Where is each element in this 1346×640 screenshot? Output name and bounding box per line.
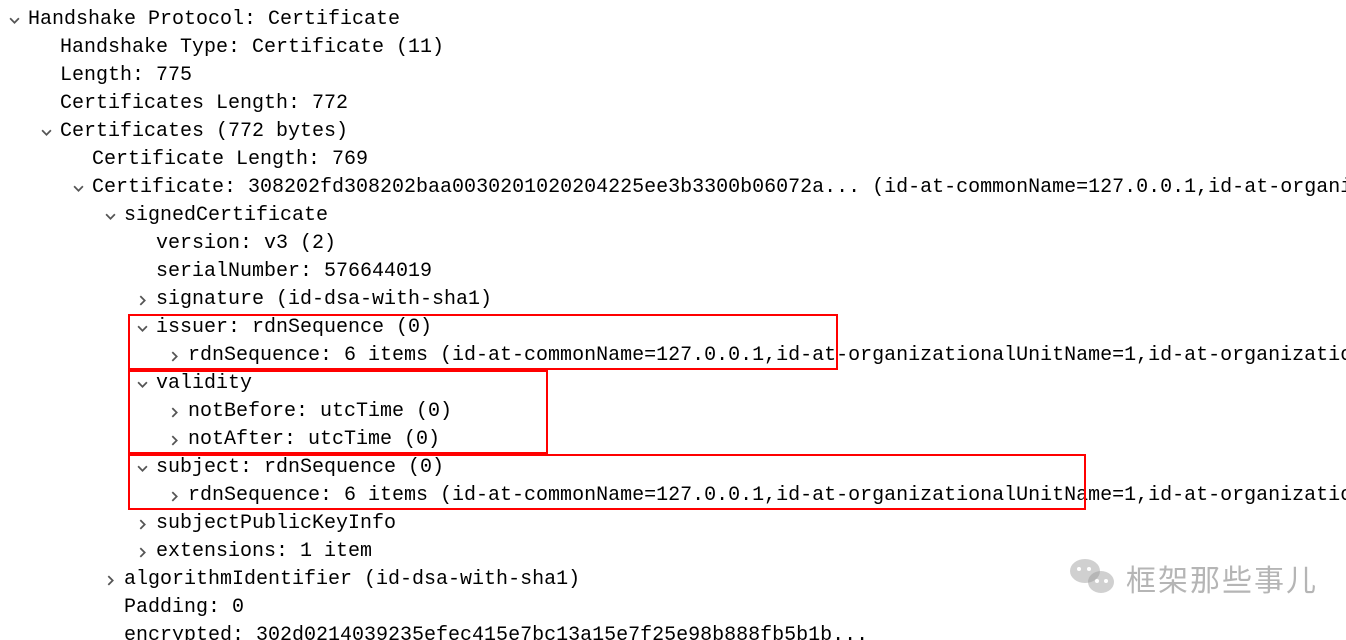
tree-row[interactable]: Length: 775 [0, 62, 1346, 90]
tree-label: signedCertificate [124, 202, 328, 230]
tree-row[interactable]: Handshake Protocol: Certificate [0, 6, 1346, 34]
tree-row[interactable]: notBefore: utcTime (0) [0, 398, 1346, 426]
tree-row[interactable]: Handshake Type: Certificate (11) [0, 34, 1346, 62]
tree-row[interactable]: Certificates (772 bytes) [0, 118, 1346, 146]
tree-row[interactable]: signedCertificate [0, 202, 1346, 230]
tree-label: notBefore: utcTime (0) [188, 398, 452, 426]
tree-label: issuer: rdnSequence (0) [156, 314, 432, 342]
chevron-right-icon[interactable] [134, 292, 150, 308]
tree-row[interactable]: Padding: 0 [0, 594, 1346, 622]
chevron-right-icon[interactable] [166, 348, 182, 364]
tree-label: validity [156, 370, 252, 398]
tree-label: serialNumber: 576644019 [156, 258, 432, 286]
tree-row[interactable]: rdnSequence: 6 items (id-at-commonName=1… [0, 342, 1346, 370]
tree-row[interactable]: Certificates Length: 772 [0, 90, 1346, 118]
tree-row[interactable]: algorithmIdentifier (id-dsa-with-sha1) [0, 566, 1346, 594]
tree-label: Certificate Length: 769 [92, 146, 368, 174]
tree-row[interactable]: subject: rdnSequence (0) [0, 454, 1346, 482]
chevron-down-icon[interactable] [70, 180, 86, 196]
tree-label: rdnSequence: 6 items (id-at-commonName=1… [188, 482, 1346, 510]
tree-row[interactable]: Certificate: 308202fd308202baa0030201020… [0, 174, 1346, 202]
tree-row[interactable]: extensions: 1 item [0, 538, 1346, 566]
chevron-right-icon[interactable] [166, 404, 182, 420]
tree-row[interactable]: rdnSequence: 6 items (id-at-commonName=1… [0, 482, 1346, 510]
packet-details-tree: Handshake Protocol: Certificate Handshak… [0, 0, 1346, 640]
tree-label: Certificates (772 bytes) [60, 118, 348, 146]
tree-row[interactable]: encrypted: 302d0214039235efec415e7bc13a1… [0, 622, 1346, 640]
tree-row[interactable]: version: v3 (2) [0, 230, 1346, 258]
tree-label: subject: rdnSequence (0) [156, 454, 444, 482]
chevron-down-icon[interactable] [134, 320, 150, 336]
tree-row[interactable]: issuer: rdnSequence (0) [0, 314, 1346, 342]
tree-row[interactable]: subjectPublicKeyInfo [0, 510, 1346, 538]
chevron-right-icon[interactable] [134, 516, 150, 532]
tree-row[interactable]: notAfter: utcTime (0) [0, 426, 1346, 454]
tree-label: encrypted: 302d0214039235efec415e7bc13a1… [124, 622, 868, 640]
chevron-down-icon[interactable] [6, 12, 22, 28]
chevron-down-icon[interactable] [134, 460, 150, 476]
chevron-down-icon[interactable] [38, 124, 54, 140]
chevron-down-icon[interactable] [102, 208, 118, 224]
tree-label: Certificate: 308202fd308202baa0030201020… [92, 174, 1346, 202]
tree-label: algorithmIdentifier (id-dsa-with-sha1) [124, 566, 580, 594]
chevron-right-icon[interactable] [166, 432, 182, 448]
tree-row[interactable]: serialNumber: 576644019 [0, 258, 1346, 286]
chevron-right-icon[interactable] [166, 488, 182, 504]
tree-label: Length: 775 [60, 62, 192, 90]
tree-label: subjectPublicKeyInfo [156, 510, 396, 538]
tree-label: version: v3 (2) [156, 230, 336, 258]
chevron-right-icon[interactable] [102, 572, 118, 588]
tree-label: Handshake Protocol: Certificate [28, 6, 400, 34]
chevron-right-icon[interactable] [134, 544, 150, 560]
tree-label: Certificates Length: 772 [60, 90, 348, 118]
tree-row[interactable]: Certificate Length: 769 [0, 146, 1346, 174]
tree-label: rdnSequence: 6 items (id-at-commonName=1… [188, 342, 1346, 370]
tree-label: extensions: 1 item [156, 538, 372, 566]
chevron-down-icon[interactable] [134, 376, 150, 392]
tree-row[interactable]: validity [0, 370, 1346, 398]
tree-row[interactable]: signature (id-dsa-with-sha1) [0, 286, 1346, 314]
tree-label: signature (id-dsa-with-sha1) [156, 286, 492, 314]
tree-label: notAfter: utcTime (0) [188, 426, 440, 454]
tree-label: Handshake Type: Certificate (11) [60, 34, 444, 62]
tree-label: Padding: 0 [124, 594, 244, 622]
